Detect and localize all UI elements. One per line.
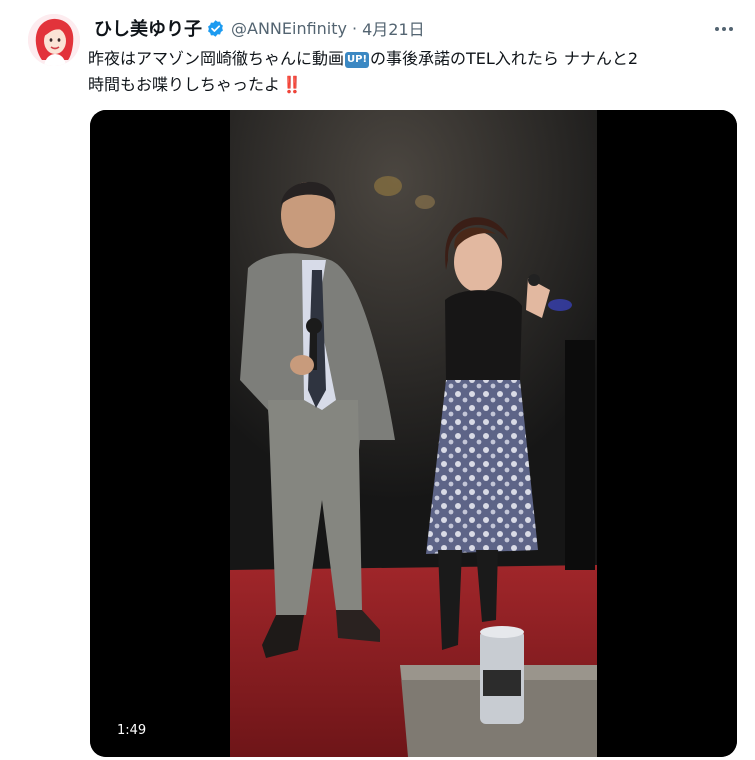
avatar[interactable] [28, 14, 80, 66]
tweet-text-line-1: 昨夜はアマゾン岡崎徹ちゃんに動画 UP! の事後承諾のTEL入れたら ナナんと2 [88, 46, 738, 72]
tweet-header: ひし美ゆり子 @ANNEinfinity · 4月21日 [94, 15, 425, 41]
tweet-text-line-2: 時間もお喋りしちゃったよ ‼️ [88, 72, 738, 98]
tweet: ひし美ゆり子 @ANNEinfinity · 4月21日 昨夜はアマゾン岡崎徹ち… [0, 0, 755, 760]
up-emoji-icon: UP! [345, 52, 370, 68]
video-frame [90, 110, 737, 757]
timestamp[interactable]: 4月21日 [362, 16, 425, 40]
video-player[interactable] [90, 110, 737, 757]
tweet-text-part-3: 時間もお喋りしちゃったよ [88, 75, 281, 94]
double-exclamation-emoji-icon: ‼️ [282, 75, 302, 94]
user-handle[interactable]: @ANNEinfinity [231, 19, 347, 38]
tweet-text-part-2: の事後承諾のTEL入れたら ナナんと2 [370, 49, 639, 68]
video-duration: 1:49 [113, 721, 151, 741]
more-options-icon[interactable] [710, 20, 738, 38]
separator-dot: · [351, 18, 358, 38]
tweet-text-part-1: 昨夜はアマゾン岡崎徹ちゃんに動画 [88, 49, 345, 68]
display-name[interactable]: ひし美ゆり子 [94, 15, 202, 41]
avatar-illustration [28, 14, 80, 66]
tweet-text: 昨夜はアマゾン岡崎徹ちゃんに動画 UP! の事後承諾のTEL入れたら ナナんと2 時… [88, 46, 738, 98]
verified-badge-icon [208, 19, 223, 37]
